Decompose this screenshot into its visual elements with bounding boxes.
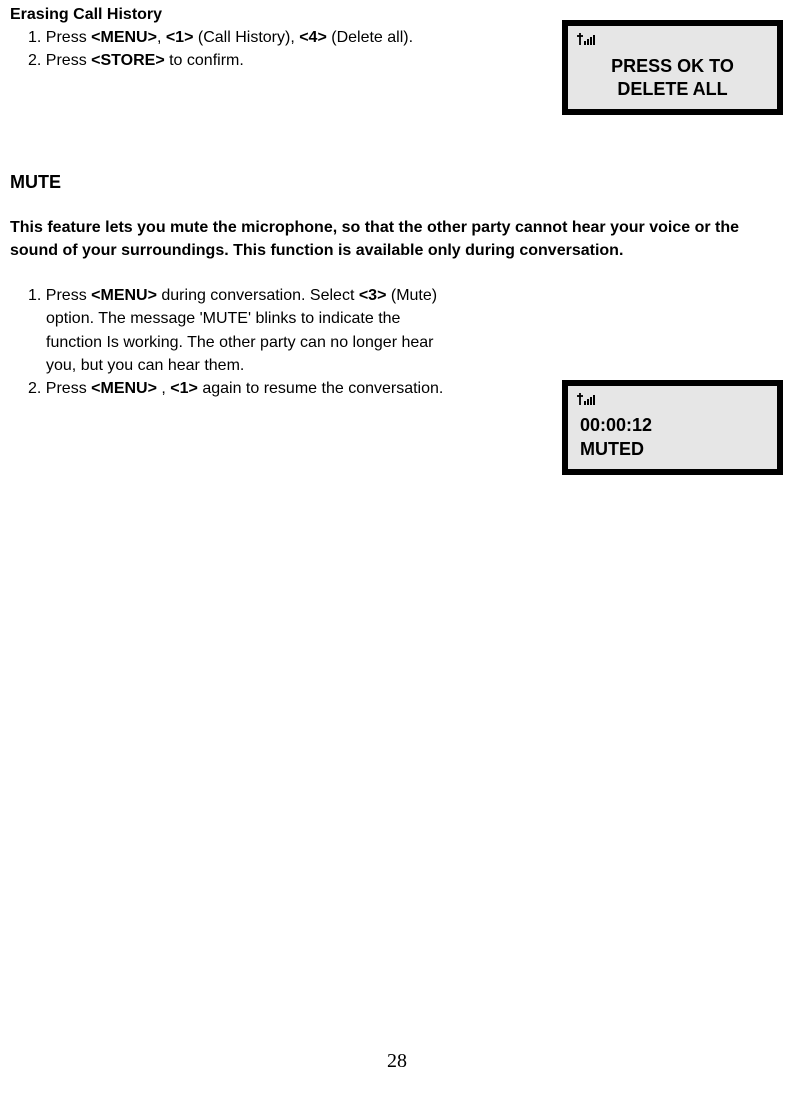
phone-screen-delete: PRESS OK TO DELETE ALL: [562, 20, 783, 115]
text: 2. Press: [28, 380, 91, 397]
page-number: 28: [0, 1050, 794, 1073]
text: to confirm.: [165, 52, 244, 69]
text: (Delete all).: [327, 29, 413, 46]
key-store: <STORE>: [91, 52, 165, 69]
text: during conversation. Select: [157, 287, 359, 304]
key-1: <1>: [166, 29, 194, 46]
text: 2. Press: [28, 52, 91, 69]
text: function Is working. The other party can…: [28, 331, 588, 354]
text: option. The message 'MUTE' blinks to ind…: [28, 307, 588, 330]
text: you, but you can hear them.: [28, 354, 588, 377]
mute-section: MUTE This feature lets you mute the micr…: [10, 172, 784, 400]
screen-text: PRESS OK TO DELETE ALL: [576, 50, 769, 105]
text: again to resume the conversation.: [198, 380, 443, 397]
key-menu: <MENU>: [91, 29, 157, 46]
text: 1. Press: [28, 287, 91, 304]
screen-line-2: DELETE ALL: [576, 78, 769, 101]
screen-line-1: PRESS OK TO: [576, 55, 769, 78]
key-4: <4>: [299, 29, 327, 46]
key-1: <1>: [170, 380, 198, 397]
key-menu: <MENU>: [91, 380, 157, 397]
text: 1. Press: [28, 29, 91, 46]
key-menu: <MENU>: [91, 287, 157, 304]
screen-text: 00:00:12 MUTED: [576, 410, 769, 465]
phone-screen-muted: 00:00:12 MUTED: [562, 380, 783, 475]
mute-description: This feature lets you mute the microphon…: [10, 217, 770, 262]
mute-step-2: 2. Press <MENU> , <1> again to resume th…: [28, 377, 588, 400]
mute-heading: MUTE: [10, 172, 784, 193]
text: (Call History),: [193, 29, 299, 46]
screen-line-1: 00:00:12: [580, 414, 769, 437]
key-3: <3>: [359, 287, 387, 304]
signal-icon: [576, 392, 598, 406]
text: (Mute): [386, 287, 437, 304]
screen-line-2: MUTED: [580, 438, 769, 461]
mute-step-1: 1. Press <MENU> during conversation. Sel…: [28, 284, 588, 377]
text: ,: [157, 380, 170, 397]
signal-icon: [576, 32, 598, 46]
text: ,: [157, 29, 166, 46]
